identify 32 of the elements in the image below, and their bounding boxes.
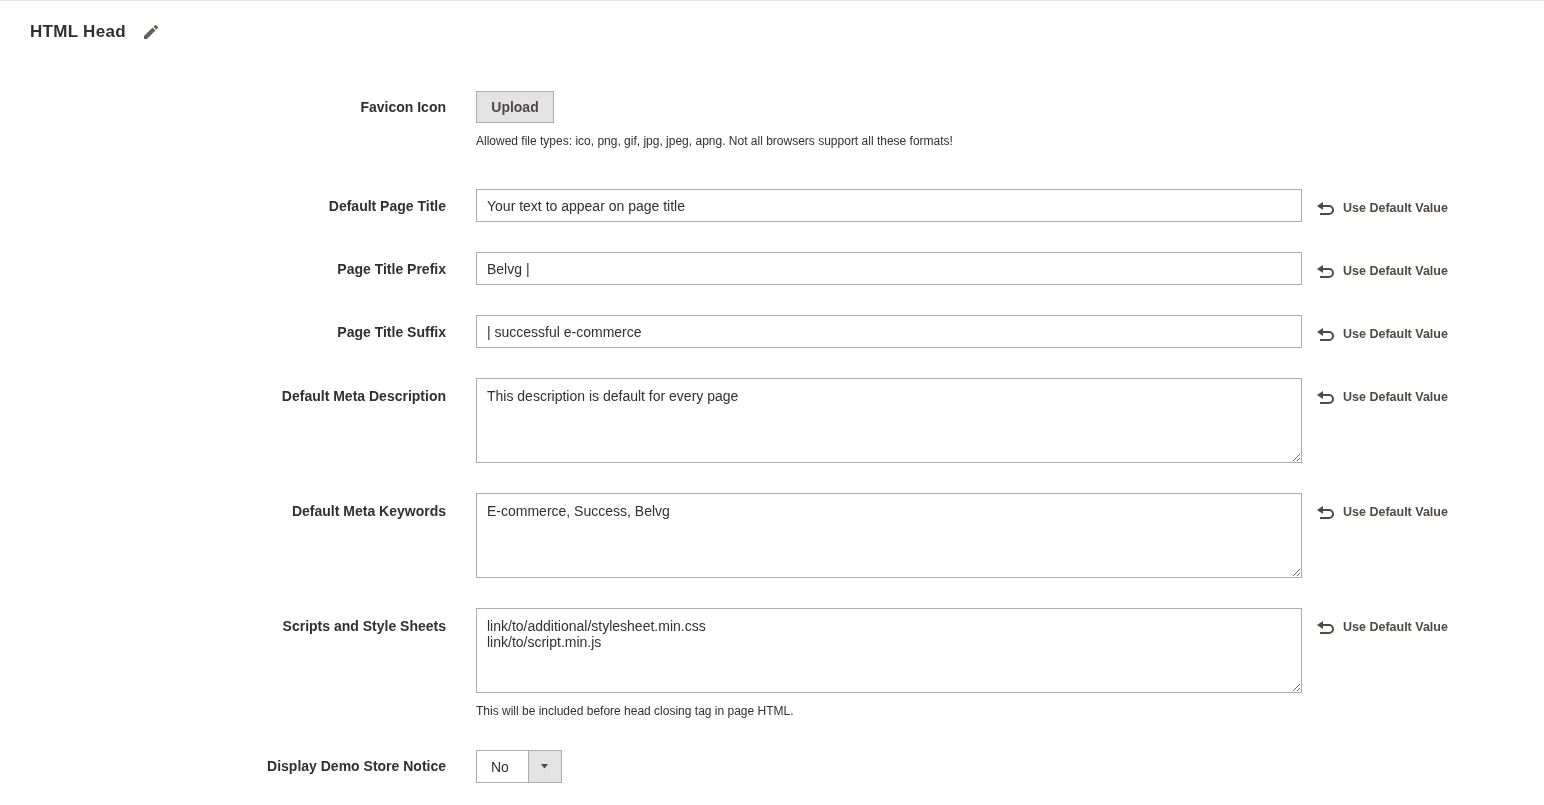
text-field[interactable]: Belvg | — [476, 252, 1302, 285]
field-label: Default Meta Keywords — [291, 502, 446, 521]
field-label: Page Title Prefix — [337, 260, 446, 279]
undo-icon — [1317, 264, 1334, 278]
upload-button[interactable]: Upload — [476, 91, 554, 123]
text-field[interactable]: Your text to appear on page title — [476, 189, 1302, 222]
field-label: Default Meta Description — [281, 387, 446, 406]
field-label: Scripts and Style Sheets — [282, 617, 446, 636]
field-label: Default Page Title — [328, 197, 446, 216]
field-label: Display Demo Store Notice — [267, 757, 446, 776]
undo-icon — [1317, 505, 1334, 519]
use-default-value-toggle[interactable]: Use Default Value — [1317, 388, 1448, 406]
section-title: HTML Head — [30, 21, 126, 42]
use-default-value-toggle[interactable]: Use Default Value — [1317, 503, 1448, 521]
textarea-field[interactable]: This description is default for every page — [476, 378, 1302, 463]
pencil-icon[interactable] — [143, 24, 158, 39]
field-note: Allowed file types: ico, png, gif, jpg, jpeg, apng. Not all browsers support all these formats! — [476, 133, 953, 150]
undo-icon — [1317, 620, 1334, 634]
textarea-field[interactable]: E-commerce, Success, Belvg — [476, 493, 1302, 578]
undo-icon — [1317, 327, 1334, 341]
text-field[interactable]: | successful e-commerce — [476, 315, 1302, 348]
use-default-value-toggle[interactable]: Use Default Value — [1317, 618, 1448, 636]
field-label: Page Title Suffix — [337, 323, 446, 342]
undo-icon — [1317, 201, 1334, 215]
use-default-value-toggle[interactable]: Use Default Value — [1317, 325, 1448, 343]
field-label: Favicon Icon — [360, 98, 446, 117]
use-default-value-toggle[interactable]: Use Default Value — [1317, 199, 1448, 217]
undo-icon — [1317, 390, 1334, 404]
textarea-field[interactable]: link/to/additional/stylesheet.min.css link/to/script.min.js — [476, 608, 1302, 693]
use-default-value-toggle[interactable]: Use Default Value — [1317, 262, 1448, 280]
field-note: This will be included before head closing tag in page HTML. — [476, 703, 794, 720]
select-dropdown[interactable]: No — [476, 750, 562, 783]
